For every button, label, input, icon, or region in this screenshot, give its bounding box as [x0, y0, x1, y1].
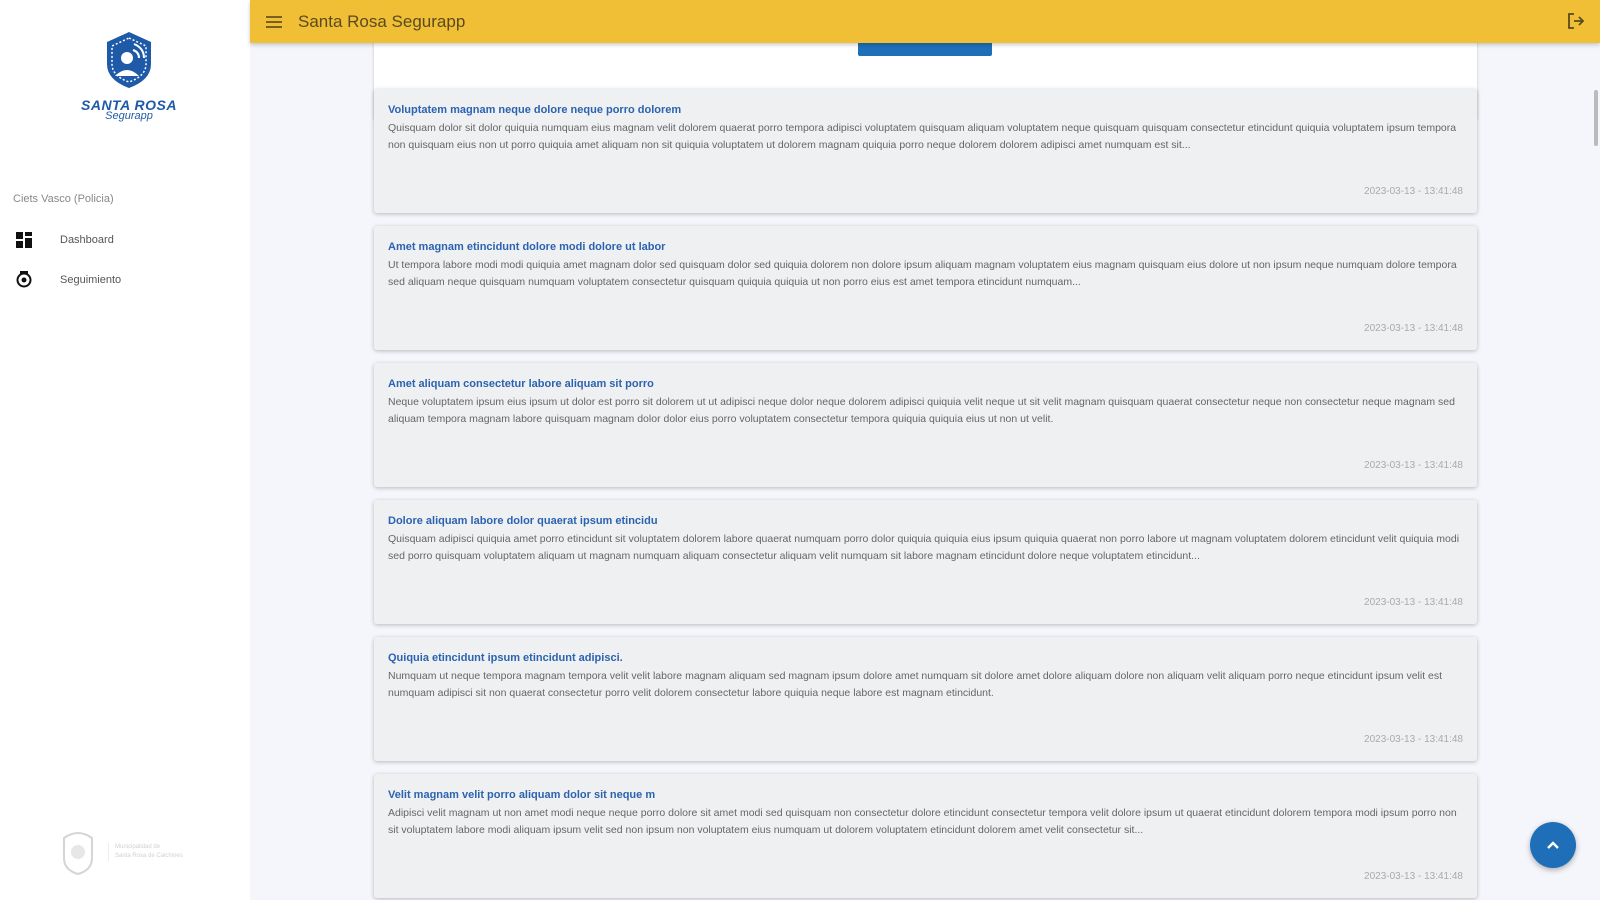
shield-logo-icon	[107, 32, 151, 88]
card-title[interactable]: Voluptatem magnam neque dolore neque por…	[388, 104, 1463, 116]
coat-of-arms-icon	[63, 832, 93, 876]
top-app-bar: Santa Rosa Segurapp	[250, 0, 1600, 43]
chevron-up-icon	[1547, 841, 1559, 849]
sidebar-item-dashboard[interactable]: Dashboard	[14, 230, 114, 250]
sidebar: SANTA ROSA Segurapp Ciets Vasco (Policia…	[0, 0, 250, 900]
app-logo: SANTA ROSA Segurapp	[74, 30, 184, 122]
card-body: Ut tempora labore modi modi quiquia amet…	[388, 259, 1457, 288]
main-content: Voluptatem magnam neque dolore neque por…	[250, 43, 1600, 900]
card-title[interactable]: Velit magnam velit porro aliquam dolor s…	[388, 789, 1463, 801]
menu-icon[interactable]	[266, 15, 282, 28]
notification-card[interactable]: Quiquia etincidunt ipsum etincidunt adip…	[374, 637, 1477, 761]
card-title[interactable]: Dolore aliquam labore dolor quaerat ipsu…	[388, 515, 1463, 527]
card-title[interactable]: Amet aliquam consectetur labore aliquam …	[388, 378, 1463, 390]
notification-card[interactable]: Amet aliquam consectetur labore aliquam …	[374, 363, 1477, 487]
card-timestamp: 2023-03-13 - 13:41:48	[1364, 460, 1463, 471]
logout-icon[interactable]	[1566, 11, 1586, 36]
primary-action-button[interactable]	[858, 43, 992, 56]
card-body: Neque voluptatem ipsum eius ipsum ut dol…	[388, 396, 1455, 425]
notification-card[interactable]: Velit magnam velit porro aliquam dolor s…	[374, 774, 1477, 898]
card-title[interactable]: Amet magnam etincidunt dolore modi dolor…	[388, 241, 1463, 253]
scroll-to-top-button[interactable]	[1530, 822, 1576, 868]
card-timestamp: 2023-03-13 - 13:41:48	[1364, 186, 1463, 197]
page-title: Santa Rosa Segurapp	[298, 11, 466, 31]
dashboard-icon	[14, 230, 34, 250]
sidebar-item-label: Dashboard	[60, 234, 114, 246]
scrollbar[interactable]	[1594, 90, 1598, 146]
user-label: Ciets Vasco (Policia)	[13, 193, 114, 205]
card-body: Quisquam adipisci quiquia amet porro eti…	[388, 533, 1460, 562]
card-timestamp: 2023-03-13 - 13:41:48	[1364, 734, 1463, 745]
tracking-icon	[14, 270, 34, 290]
card-timestamp: 2023-03-13 - 13:41:48	[1364, 871, 1463, 882]
card-timestamp: 2023-03-13 - 13:41:48	[1364, 597, 1463, 608]
card-body: Quisquam dolor sit dolor quiquia numquam…	[388, 122, 1457, 151]
municipality-logo: Municipalidad de Santa Rosa de Calchines	[60, 828, 183, 876]
card-body: Adipisci velit magnam ut non amet modi n…	[388, 807, 1457, 836]
card-timestamp: 2023-03-13 - 13:41:48	[1364, 323, 1463, 334]
notification-card[interactable]: Dolore aliquam labore dolor quaerat ipsu…	[374, 500, 1477, 624]
sidebar-item-label: Seguimiento	[60, 274, 122, 286]
card-body: Numquam ut neque tempora magnam tempora …	[388, 670, 1443, 699]
sidebar-item-seguimiento[interactable]: Seguimiento	[14, 270, 121, 290]
card-title[interactable]: Quiquia etincidunt ipsum etincidunt adip…	[388, 652, 1463, 664]
footer-logo-line: Santa Rosa de Calchines	[115, 853, 183, 859]
notification-card[interactable]: Amet magnam etincidunt dolore modi dolor…	[374, 226, 1477, 350]
footer-logo-line: Municipalidad de	[115, 844, 161, 850]
notification-card[interactable]: Voluptatem magnam neque dolore neque por…	[374, 89, 1477, 213]
